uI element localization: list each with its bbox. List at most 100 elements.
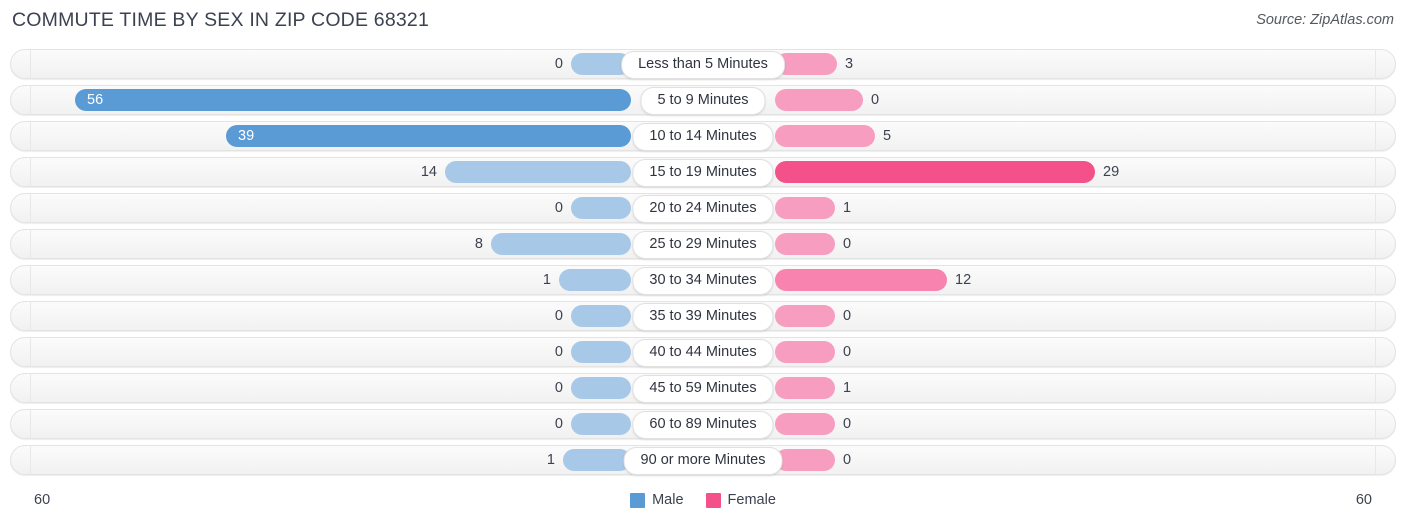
category-label: 5 to 9 Minutes	[640, 87, 766, 115]
bar-female[interactable]	[775, 377, 835, 399]
value-label-female: 1	[843, 380, 852, 396]
gridline-left	[30, 85, 31, 115]
bar-female[interactable]	[775, 413, 835, 435]
chart-row[interactable]: 39 5 10 to 14 Minutes	[0, 121, 1406, 151]
bar-male[interactable]	[571, 377, 631, 399]
gridline-left	[30, 445, 31, 475]
chart-row[interactable]: 0 0 60 to 89 Minutes	[0, 409, 1406, 439]
value-label-female: 0	[871, 92, 880, 108]
value-label-male: 56	[87, 92, 104, 108]
category-label: 90 or more Minutes	[623, 447, 783, 475]
category-label: 40 to 44 Minutes	[632, 339, 774, 367]
value-label-male: 0	[554, 380, 563, 396]
gridline-right	[1375, 121, 1376, 151]
gridline-right	[1375, 373, 1376, 403]
bar-male[interactable]	[563, 449, 631, 471]
category-label: 45 to 59 Minutes	[632, 375, 774, 403]
value-label-male: 0	[554, 308, 563, 324]
gridline-right	[1375, 265, 1376, 295]
bar-female[interactable]	[775, 341, 835, 363]
gridline-right	[1375, 49, 1376, 79]
chart-row[interactable]: 14 29 15 to 19 Minutes	[0, 157, 1406, 187]
category-label: 25 to 29 Minutes	[632, 231, 774, 259]
bar-female[interactable]	[775, 125, 875, 147]
value-label-male: 1	[546, 452, 555, 468]
bar-female[interactable]	[775, 269, 947, 291]
category-label: Less than 5 Minutes	[621, 51, 785, 79]
value-label-male: 1	[542, 272, 551, 288]
gridline-right	[1375, 445, 1376, 475]
bar-female[interactable]	[775, 449, 835, 471]
value-label-female: 29	[1103, 164, 1120, 180]
bar-female[interactable]	[775, 305, 835, 327]
gridline-left	[30, 229, 31, 259]
value-label-male: 0	[554, 200, 563, 216]
value-label-female: 0	[843, 344, 852, 360]
chart-row[interactable]: 8 0 25 to 29 Minutes	[0, 229, 1406, 259]
bar-female[interactable]	[775, 197, 835, 219]
value-label-female: 0	[843, 236, 852, 252]
bar-male[interactable]	[571, 197, 631, 219]
gridline-left	[30, 373, 31, 403]
category-label: 35 to 39 Minutes	[632, 303, 774, 331]
value-label-male: 0	[554, 344, 563, 360]
value-label-female: 1	[843, 200, 852, 216]
chart-row[interactable]: 0 1 20 to 24 Minutes	[0, 193, 1406, 223]
gridline-right	[1375, 301, 1376, 331]
value-label-male: 14	[420, 164, 437, 180]
category-label: 20 to 24 Minutes	[632, 195, 774, 223]
value-label-female: 3	[845, 56, 854, 72]
chart-row[interactable]: 1 0 90 or more Minutes	[0, 445, 1406, 475]
chart-row[interactable]: 1 12 30 to 34 Minutes	[0, 265, 1406, 295]
gridline-left	[30, 301, 31, 331]
legend-swatch-male-icon	[630, 492, 646, 508]
gridline-right	[1375, 157, 1376, 187]
value-label-female: 0	[843, 416, 852, 432]
value-label-female: 12	[955, 272, 972, 288]
legend: Male Female	[0, 492, 1406, 508]
source-attribution: Source: ZipAtlas.com	[1256, 12, 1394, 28]
value-label-female: 5	[883, 128, 892, 144]
gridline-left	[30, 337, 31, 367]
legend-label-female: Female	[727, 492, 776, 508]
category-label: 60 to 89 Minutes	[632, 411, 774, 439]
bar-male[interactable]	[491, 233, 631, 255]
gridline-right	[1375, 229, 1376, 259]
gridline-right	[1375, 337, 1376, 367]
gridline-left	[30, 49, 31, 79]
value-label-female: 0	[843, 308, 852, 324]
bar-male[interactable]	[75, 89, 631, 111]
gridline-left	[30, 121, 31, 151]
gridline-right	[1375, 85, 1376, 115]
bar-male[interactable]	[571, 305, 631, 327]
chart-row[interactable]: 0 1 45 to 59 Minutes	[0, 373, 1406, 403]
bar-male[interactable]	[445, 161, 631, 183]
value-label-male: 8	[474, 236, 483, 252]
bar-male[interactable]	[559, 269, 631, 291]
gridline-right	[1375, 409, 1376, 439]
legend-item-female[interactable]: Female	[705, 492, 776, 508]
bar-female[interactable]	[775, 161, 1095, 183]
chart-row[interactable]: 0 0 40 to 44 Minutes	[0, 337, 1406, 367]
category-label: 15 to 19 Minutes	[632, 159, 774, 187]
gridline-left	[30, 193, 31, 223]
legend-swatch-female-icon	[705, 492, 721, 508]
legend-item-male[interactable]: Male	[630, 492, 684, 508]
bar-male[interactable]	[571, 341, 631, 363]
chart-row[interactable]: 56 0 5 to 9 Minutes	[0, 85, 1406, 115]
chart-row[interactable]: 0 3 Less than 5 Minutes	[0, 49, 1406, 79]
legend-label-male: Male	[652, 492, 684, 508]
chart-page: COMMUTE TIME BY SEX IN ZIP CODE 68321 So…	[0, 0, 1406, 522]
chart-rows: 0 3 Less than 5 Minutes 56 0 5 to 9 Minutes 39…	[0, 49, 1406, 481]
bar-female[interactable]	[775, 233, 835, 255]
category-label: 10 to 14 Minutes	[632, 123, 774, 151]
gridline-left	[30, 265, 31, 295]
chart-footer: 60 60 Male Female	[0, 486, 1406, 522]
bar-male[interactable]	[571, 413, 631, 435]
chart-row[interactable]: 0 0 35 to 39 Minutes	[0, 301, 1406, 331]
gridline-right	[1375, 193, 1376, 223]
value-label-male: 0	[554, 416, 563, 432]
page-title: COMMUTE TIME BY SEX IN ZIP CODE 68321	[12, 9, 430, 31]
bar-female[interactable]	[775, 89, 863, 111]
category-label: 30 to 34 Minutes	[632, 267, 774, 295]
